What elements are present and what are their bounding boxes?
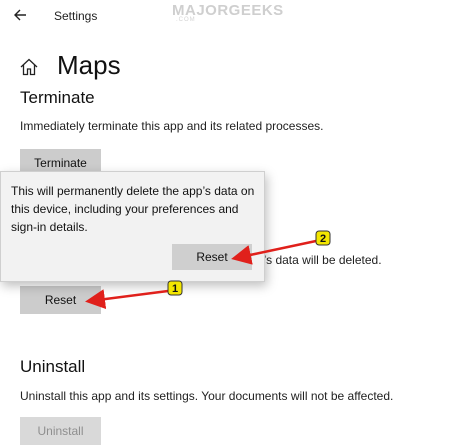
watermark-subtext: .COM (176, 17, 196, 23)
callout-number-2: 2 (320, 233, 326, 245)
majorgeeks-watermark: MAJORGEEKS .COM (172, 0, 300, 26)
reset-button[interactable]: Reset (20, 286, 101, 314)
home-icon[interactable] (18, 56, 40, 78)
reset-confirmation-flyout: This will permanently delete the app’s d… (0, 171, 265, 282)
callout-number-1: 1 (172, 283, 178, 295)
callout-badge-1: 1 (167, 280, 183, 296)
page-title: Maps (57, 50, 121, 80)
window-title: Settings (54, 9, 98, 23)
back-button[interactable] (10, 4, 32, 26)
uninstall-heading: Uninstall (20, 357, 86, 376)
confirm-reset-button[interactable]: Reset (172, 244, 252, 270)
reset-description: p’s data will be deleted. (257, 253, 382, 267)
callout-arrow-1 (85, 289, 169, 310)
back-arrow-icon (14, 9, 26, 21)
uninstall-button[interactable]: Uninstall (20, 417, 101, 445)
flyout-message: This will permanently delete the app’s d… (11, 184, 255, 234)
uninstall-description: Uninstall this app and its settings. You… (20, 389, 394, 403)
callout-badge-2: 2 (315, 230, 331, 246)
terminate-description: Immediately terminate this app and its r… (20, 119, 324, 133)
terminate-heading: Terminate (20, 88, 95, 107)
